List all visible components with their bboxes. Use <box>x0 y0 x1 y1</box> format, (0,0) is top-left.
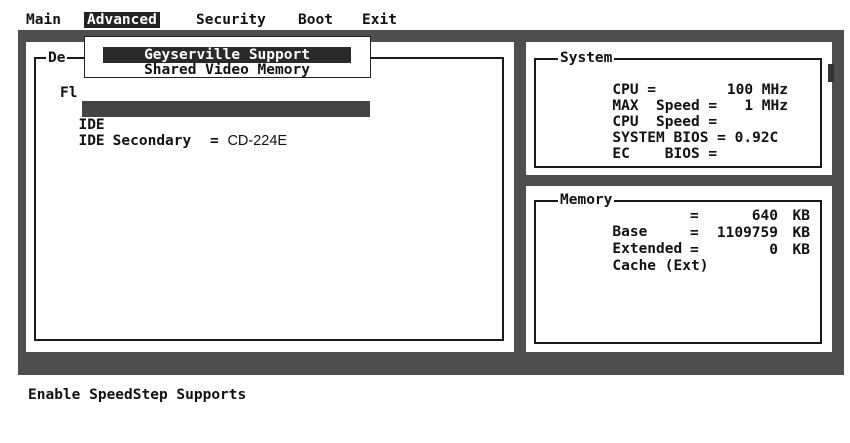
status-bar: Enable SpeedStep Supports <box>18 375 844 433</box>
ide-secondary-sublabel: Secondary <box>112 133 192 149</box>
scroll-marker <box>828 64 834 82</box>
system-bios-row: SYSTEM BIOS = 0.92C <box>560 114 820 146</box>
system-info-list: CPU = MAX Speed = 100 MHz CPU Speed = 1 MH… <box>560 66 820 162</box>
ec-bios-row: EC BIOS = <box>560 130 820 162</box>
device-panel-frame <box>34 57 504 341</box>
memory-cache-row: Cache (Ext) = 0 KB <box>560 242 812 274</box>
memory-panel-title: Memory <box>558 192 615 208</box>
max-speed-row: MAX Speed = 100 MHz <box>560 82 820 114</box>
advanced-dropdown: Geyserville Support Shared Video Memory <box>84 36 371 78</box>
ec-bios-key: EC BIOS = <box>612 146 718 162</box>
ide-secondary-sep: = <box>201 133 228 149</box>
menu-exit[interactable]: Exit <box>362 12 397 28</box>
cpu-row: CPU = <box>560 66 820 98</box>
memory-cache-value: 0 <box>769 242 778 258</box>
ide-secondary-value: CD-224E <box>227 133 288 149</box>
dropdown-item-shared-video-memory[interactable]: Shared Video Memory <box>103 62 351 78</box>
memory-extended-row: Extended = 1109759 KB <box>560 225 812 257</box>
help-text: Enable SpeedStep Supports <box>28 387 247 403</box>
dropdown-item-geyserville[interactable]: Geyserville Support <box>103 47 351 63</box>
menu-security[interactable]: Security <box>196 12 266 28</box>
menu-main[interactable]: Main <box>26 12 61 28</box>
memory-cache-sep: = <box>690 242 699 258</box>
floppy-label: Fl <box>60 85 78 101</box>
memory-base-row: Base = 640 KB <box>560 208 812 240</box>
memory-base-sep: = <box>690 208 699 224</box>
memory-cache-key: Cache (Ext) <box>612 258 709 274</box>
system-panel: System CPU = MAX Speed = 100 MHz CPU Spee… <box>526 42 834 175</box>
max-speed-value: 100 MHz <box>726 82 788 98</box>
memory-panel: Memory Base = 640 KB Extended = 1109759 … <box>526 186 832 352</box>
ide-secondary-row[interactable]: IDE Secondary = CD-224E <box>61 117 287 149</box>
device-panel-title: De <box>46 50 68 66</box>
memory-extended-value: 1109759 <box>716 225 778 241</box>
menu-advanced[interactable]: Advanced <box>84 12 160 28</box>
memory-extended-unit: KB <box>792 225 810 241</box>
menu-boot[interactable]: Boot <box>298 12 333 28</box>
memory-cache-unit: KB <box>792 242 810 258</box>
device-panel: De Fl <box>26 42 514 352</box>
cpu-speed-row: CPU Speed = 1 MHz <box>560 98 820 130</box>
ide-secondary-label: IDE <box>78 133 105 149</box>
menu-bar: Main Advanced Security Boot Exit <box>18 10 844 30</box>
memory-extended-sep: = <box>690 225 699 241</box>
memory-base-unit: KB <box>792 208 810 224</box>
system-panel-title: System <box>558 50 615 66</box>
memory-base-value: 640 <box>751 208 778 224</box>
memory-info-list: Base = 640 KB Extended = 1109759 KB Cach… <box>560 208 812 274</box>
cpu-speed-value: 1 MHz <box>744 98 788 114</box>
